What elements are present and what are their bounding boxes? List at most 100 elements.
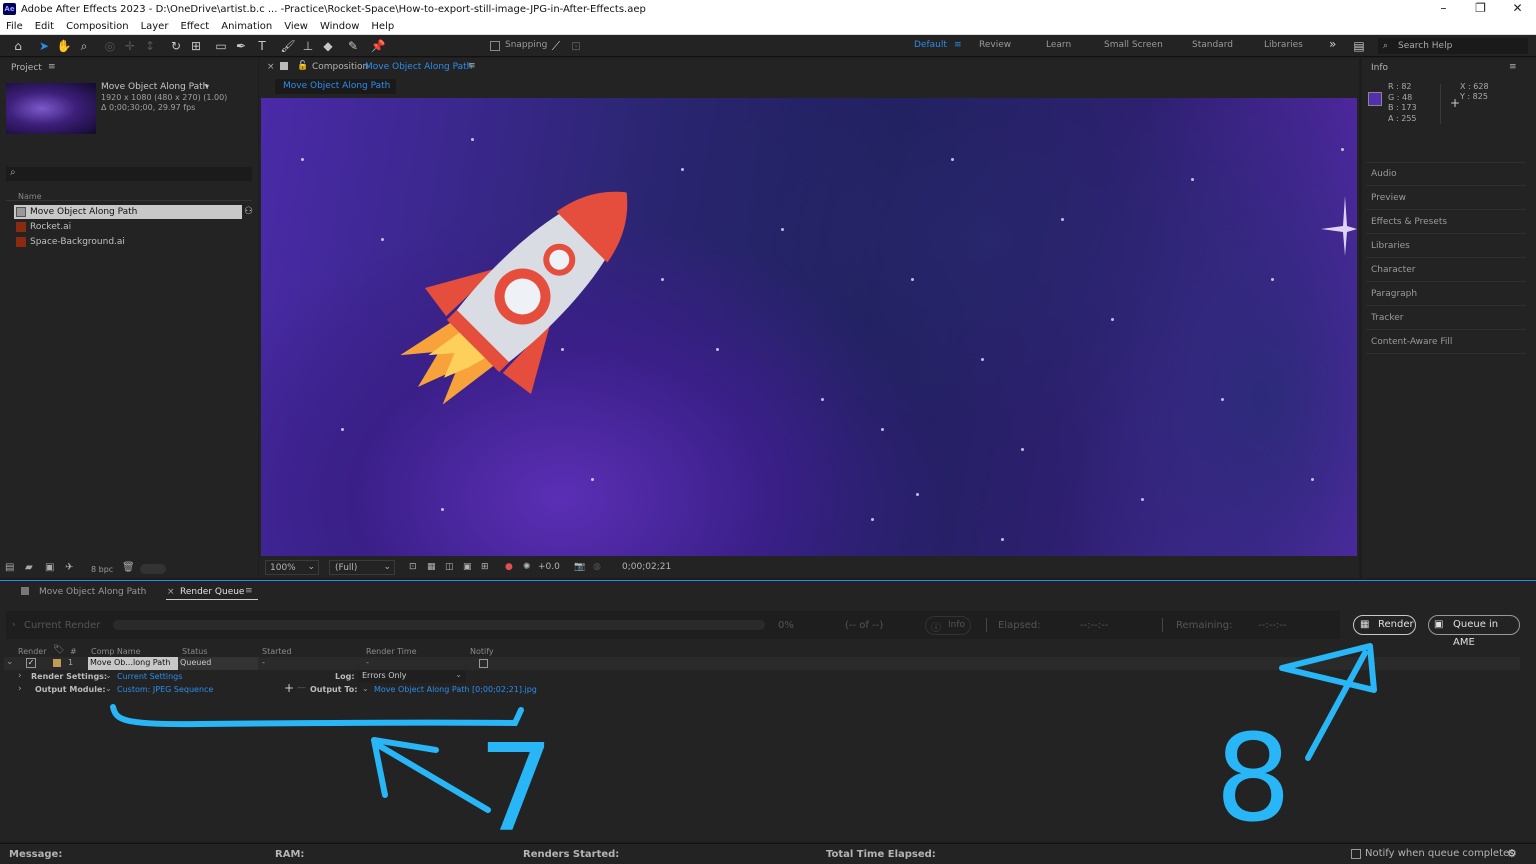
workspace-libraries[interactable]: Libraries (1264, 40, 1303, 50)
resolution-dropdown[interactable]: (Full) ⌄ (329, 560, 395, 575)
project-row-composition[interactable]: Move Object Along Path (14, 205, 242, 219)
roto-brush-tool-icon[interactable]: ✎ (345, 38, 361, 54)
panel-preview[interactable]: Preview (1371, 193, 1406, 203)
restore-button[interactable]: ❐ (1462, 0, 1499, 18)
new-folder-icon[interactable]: ▰ (25, 562, 33, 573)
notify-settings-icon[interactable]: ⚙ (1507, 847, 1517, 860)
panel-separator (1366, 329, 1526, 330)
star-flare (1321, 196, 1357, 256)
search-help-input[interactable]: ⌕ Search Help (1378, 38, 1528, 54)
notify-when-complete-checkbox[interactable] (1351, 849, 1361, 859)
type-tool-icon[interactable]: T (254, 38, 270, 54)
home-icon[interactable]: ⌂ (10, 38, 26, 54)
dolly-camera-icon[interactable]: ↕ (142, 38, 158, 54)
panel-separator (1366, 305, 1526, 306)
menu-composition[interactable]: Composition (60, 21, 134, 32)
menu-view[interactable]: View (278, 21, 314, 32)
snapshot-camera-icon[interactable]: 📷 (574, 562, 585, 572)
panel-audio[interactable]: Audio (1371, 169, 1397, 179)
minimize-button[interactable]: – (1425, 0, 1462, 18)
workspace-default[interactable]: Default (914, 40, 947, 50)
workspace-small-screen[interactable]: Small Screen (1104, 40, 1163, 50)
bit-depth-button[interactable]: 8 bpc (91, 565, 113, 574)
pan-behind-tool-icon[interactable]: ⊞ (188, 38, 204, 54)
panel-effects-presets[interactable]: Effects & Presets (1371, 217, 1447, 227)
menu-animation[interactable]: Animation (215, 21, 278, 32)
panel-content-aware-fill[interactable]: Content-Aware Fill (1371, 337, 1452, 347)
close-button[interactable]: ✕ (1499, 0, 1536, 18)
pen-tool-icon[interactable]: ✒ (233, 38, 249, 54)
project-item-duration: Δ 0;00;30;00, 29.97 fps (101, 103, 196, 112)
interpret-footage-icon[interactable]: ▤ (5, 562, 14, 573)
selection-tool-icon[interactable]: ➤ (36, 38, 52, 54)
brush-tool-icon[interactable]: 🖌 (280, 38, 296, 54)
panel-character[interactable]: Character (1371, 265, 1415, 275)
hand-tool-icon[interactable]: ✋ (56, 38, 72, 54)
workspace-layout-icon[interactable]: ▤ (1351, 38, 1367, 54)
rocket-illustration (401, 191, 628, 405)
project-bottom-bar: ▤ ▰ ▣ ✈ 8 bpc 🗑 (0, 561, 258, 578)
rectangle-tool-icon[interactable]: ▭ (213, 38, 229, 54)
panel-paragraph[interactable]: Paragraph (1371, 289, 1417, 299)
composition-tab-name[interactable]: Move Object Along Path (365, 62, 472, 72)
rotation-tool-icon[interactable]: ↻ (168, 38, 184, 54)
menu-layer[interactable]: Layer (135, 21, 175, 32)
panel-separator (1366, 281, 1526, 282)
show-snapshot-icon[interactable]: ◍ (593, 562, 601, 572)
guides-icon[interactable]: ▣ (463, 562, 472, 572)
color-channels-icon[interactable]: ● (505, 562, 513, 572)
more-workspaces-icon[interactable]: » (1329, 37, 1336, 51)
workspace-standard[interactable]: Standard (1192, 40, 1233, 50)
orbit-camera-icon[interactable]: ◎ (102, 38, 118, 54)
project-search-input[interactable]: ⌕ (6, 167, 252, 181)
lock-icon[interactable] (280, 62, 288, 70)
menu-window[interactable]: Window (314, 21, 365, 32)
workspace-review[interactable]: Review (979, 40, 1011, 50)
panel-libraries[interactable]: Libraries (1371, 241, 1410, 251)
exposure-value[interactable]: +0.0 (538, 562, 560, 572)
pan-camera-icon[interactable]: ✛ (122, 38, 138, 54)
grid-overlay-icon[interactable]: ⊞ (481, 562, 489, 572)
thumbnail-slider[interactable] (140, 564, 166, 574)
resolution-value: (Full) (335, 563, 358, 573)
snapping-checkbox[interactable] (490, 41, 500, 51)
close-tab-icon[interactable]: × (267, 62, 275, 72)
composition-viewer[interactable] (261, 98, 1357, 556)
project-item-dropdown-icon[interactable]: ▾ (205, 82, 209, 91)
project-row-space-background[interactable]: Space-Background.ai (14, 235, 242, 249)
workspace-learn[interactable]: Learn (1046, 40, 1071, 50)
delete-icon[interactable]: 🗑 (122, 562, 135, 573)
info-y: Y : 825 (1460, 92, 1488, 101)
snap-features-icon[interactable]: ⊡ (568, 38, 584, 54)
composition-panel-menu-icon[interactable]: ≡ (468, 61, 476, 71)
clone-stamp-tool-icon[interactable]: ⊥ (300, 38, 316, 54)
zoom-tool-icon[interactable]: ⌕ (76, 38, 92, 54)
workspace-menu-icon[interactable]: ≡ (954, 40, 962, 50)
region-of-interest-icon[interactable]: ⊡ (409, 562, 417, 572)
mask-visibility-icon[interactable]: ◫ (445, 562, 454, 572)
after-effects-logo-icon: Ae (3, 3, 16, 15)
snap-edges-icon[interactable]: ⟋ (548, 38, 564, 54)
project-panel-title[interactable]: Project (11, 63, 42, 73)
project-row-rocket[interactable]: Rocket.ai (14, 220, 242, 234)
flowchart-icon[interactable]: ⚇ (244, 206, 253, 217)
zoom-dropdown[interactable]: 100% ⌄ (265, 560, 319, 575)
menu-edit[interactable]: Edit (29, 21, 60, 32)
new-composition-icon[interactable]: ▣ (45, 562, 54, 573)
menu-help[interactable]: Help (365, 21, 400, 32)
puppet-pin-tool-icon[interactable]: 📌 (370, 38, 386, 54)
adjust-settings-icon[interactable]: ✈ (65, 562, 73, 573)
menu-file[interactable]: File (0, 21, 29, 32)
status-bar: Message: RAM: Renders Started: Total Tim… (0, 843, 1536, 864)
composition-lock-icon[interactable]: 🔓 (297, 61, 308, 71)
transparency-grid-icon[interactable]: ▦ (427, 562, 436, 572)
menu-effect[interactable]: Effect (174, 21, 215, 32)
exposure-reset-icon[interactable]: ✺ (523, 562, 531, 572)
info-panel-menu-icon[interactable]: ≡ (1509, 62, 1517, 72)
eraser-tool-icon[interactable]: ◆ (320, 38, 336, 54)
composition-subtab[interactable]: Move Object Along Path (275, 79, 396, 94)
panel-tracker[interactable]: Tracker (1371, 313, 1403, 323)
current-timecode[interactable]: 0;00;02;21 (622, 562, 671, 572)
project-panel-menu-icon[interactable]: ≡ (48, 62, 56, 72)
info-panel-title[interactable]: Info (1371, 63, 1388, 73)
